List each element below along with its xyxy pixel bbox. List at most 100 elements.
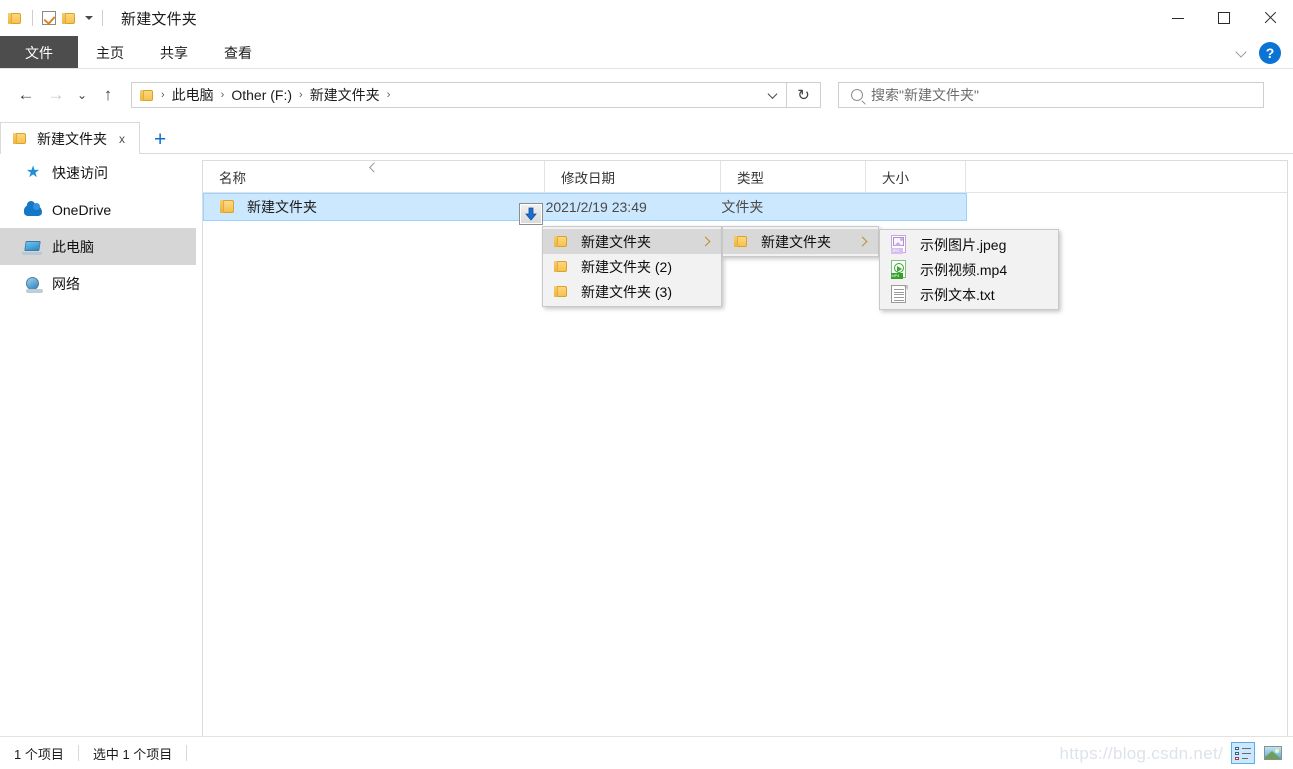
recent-locations-button[interactable]: ⌄ xyxy=(71,80,93,110)
large-icons-view-button[interactable] xyxy=(1261,742,1285,764)
chevron-right-icon xyxy=(858,237,868,247)
folder-tab-strip: 新建文件夹 x + xyxy=(0,121,1293,154)
tab-home[interactable]: 主页 xyxy=(78,36,142,69)
star-icon: ★ xyxy=(25,163,41,181)
details-view-button[interactable] xyxy=(1231,742,1255,764)
tab-view[interactable]: 查看 xyxy=(206,36,270,69)
quick-access-toolbar: 新建文件夹 xyxy=(0,0,197,36)
new-tab-button[interactable]: + xyxy=(154,129,166,150)
menu-item-folder-3[interactable]: 新建文件夹 (3) xyxy=(543,279,721,304)
folder-icon xyxy=(140,89,155,102)
column-header-row: 名称 修改日期 类型 大小 xyxy=(203,161,1287,193)
close-button[interactable] xyxy=(1247,0,1293,36)
folder-tab-label: 新建文件夹 xyxy=(37,130,107,147)
folder-icon xyxy=(734,235,749,248)
tab-file[interactable]: 文件 xyxy=(0,36,78,69)
table-row[interactable]: 新建文件夹 2021/2/19 23:49 文件夹 xyxy=(203,193,967,221)
menu-item-folder-2[interactable]: 新建文件夹 (2) xyxy=(543,254,721,279)
menu-item-label: 新建文件夹 (3) xyxy=(581,283,672,300)
watermark-text: https://blog.csdn.net/ xyxy=(1059,744,1223,763)
column-header-label: 大小 xyxy=(882,170,909,186)
maximize-button[interactable] xyxy=(1201,0,1247,36)
menu-item-image-file[interactable]: 示例图片.jpeg xyxy=(880,232,1058,257)
forward-button[interactable]: → xyxy=(41,80,71,110)
breadcrumb-item-drive[interactable]: Other (F:) xyxy=(226,85,297,105)
drop-indicator-arrow-button[interactable] xyxy=(519,203,543,225)
column-header-type[interactable]: 类型 xyxy=(721,161,866,192)
breadcrumb-item-folder[interactable]: 新建文件夹 xyxy=(305,83,385,107)
sidebar-item-this-pc[interactable]: 此电脑 xyxy=(0,228,196,265)
ribbon-tabs: 文件 主页 共享 查看 xyxy=(0,36,1293,69)
column-header-name[interactable]: 名称 xyxy=(203,161,545,192)
folder-icon xyxy=(554,235,569,248)
menu-item-label: 示例视频.mp4 xyxy=(920,261,1008,278)
sidebar-item-quick-access[interactable]: ★ 快速访问 xyxy=(0,154,196,191)
back-button[interactable]: ← xyxy=(11,80,41,110)
monitor-icon xyxy=(24,238,42,256)
address-bar[interactable]: › 此电脑 › Other (F:) › 新建文件夹 › xyxy=(131,82,787,108)
help-button[interactable]: ? xyxy=(1259,41,1281,64)
cell-name: 新建文件夹 xyxy=(204,197,546,217)
menu-item-text-file[interactable]: 示例文本.txt xyxy=(880,282,1058,307)
window-controls xyxy=(1155,0,1293,36)
search-input[interactable]: 搜索"新建文件夹" xyxy=(871,85,979,105)
cell-type: 文件夹 xyxy=(721,199,764,215)
search-icon xyxy=(851,89,863,101)
chevron-down-icon[interactable] xyxy=(85,16,93,20)
toolbar-divider xyxy=(32,10,33,26)
folder-icon[interactable] xyxy=(62,12,77,25)
sidebar-item-onedrive[interactable]: OneDrive xyxy=(0,191,196,228)
refresh-button[interactable]: ↻ xyxy=(787,82,821,108)
checkbox-icon[interactable] xyxy=(42,11,56,25)
cell-date: 2021/2/19 23:49 xyxy=(545,199,647,215)
chevron-right-icon xyxy=(701,237,711,247)
folder-icon xyxy=(13,132,28,145)
column-header-label: 类型 xyxy=(737,170,764,186)
menu-item-video-file[interactable]: 示例视频.mp4 xyxy=(880,257,1058,282)
column-header-size[interactable]: 大小 xyxy=(866,161,966,192)
sidebar-item-label: OneDrive xyxy=(52,201,112,218)
menu-item-label: 示例图片.jpeg xyxy=(920,236,1007,253)
column-header-label: 名称 xyxy=(219,170,246,186)
navigation-pane: ★ 快速访问 OneDrive 此电脑 网络 xyxy=(0,154,196,737)
context-submenu-level-1: 新建文件夹 新建文件夹 (2) 新建文件夹 (3) xyxy=(542,226,722,307)
expand-ribbon-chevron-icon[interactable] xyxy=(1236,47,1247,58)
status-selection-count: 选中 1 个项目 xyxy=(92,746,173,762)
close-tab-icon[interactable]: x xyxy=(116,132,128,146)
sidebar-item-label: 快速访问 xyxy=(52,164,108,181)
image-file-icon xyxy=(891,235,908,254)
up-button[interactable]: ↑ xyxy=(93,80,123,110)
folder-icon xyxy=(554,260,569,273)
status-item-count: 1 个项目 xyxy=(14,746,64,762)
tab-share[interactable]: 共享 xyxy=(142,36,206,69)
minimize-icon xyxy=(1172,17,1184,19)
menu-item-folder-nested[interactable]: 新建文件夹 xyxy=(723,229,878,254)
breadcrumb: › 此电脑 › Other (F:) › 新建文件夹 › xyxy=(132,83,392,107)
sidebar-item-network[interactable]: 网络 xyxy=(0,265,196,302)
minimize-button[interactable] xyxy=(1155,0,1201,36)
folder-tab[interactable]: 新建文件夹 x xyxy=(0,122,140,154)
folder-icon[interactable] xyxy=(8,12,23,25)
view-mode-buttons xyxy=(1231,737,1285,769)
sidebar-item-label: 此电脑 xyxy=(52,238,94,255)
breadcrumb-separator: › xyxy=(386,89,391,101)
menu-item-label: 新建文件夹 xyxy=(581,233,651,250)
menu-item-folder-1[interactable]: 新建文件夹 xyxy=(543,229,721,254)
column-header-label: 修改日期 xyxy=(561,170,615,186)
large-icons-view-icon xyxy=(1264,746,1282,760)
breadcrumb-item-this-pc[interactable]: 此电脑 xyxy=(167,83,219,107)
address-dropdown-chevron-icon[interactable] xyxy=(769,91,778,100)
ribbon-tab-bar: 文件 主页 共享 查看 ? xyxy=(0,36,1293,69)
folder-icon xyxy=(220,200,236,214)
sort-ascending-icon xyxy=(368,162,379,173)
sidebar-item-label: 网络 xyxy=(52,275,80,292)
file-name-label: 新建文件夹 xyxy=(247,199,317,215)
search-box[interactable]: 搜索"新建文件夹" xyxy=(838,82,1264,108)
column-header-date[interactable]: 修改日期 xyxy=(545,161,721,192)
window-title: 新建文件夹 xyxy=(121,10,198,28)
context-submenu-level-2: 新建文件夹 xyxy=(722,226,879,257)
status-divider xyxy=(186,745,188,761)
menu-item-label: 示例文本.txt xyxy=(920,286,995,303)
text-file-icon xyxy=(891,285,908,304)
menu-item-label: 新建文件夹 (2) xyxy=(581,258,672,275)
